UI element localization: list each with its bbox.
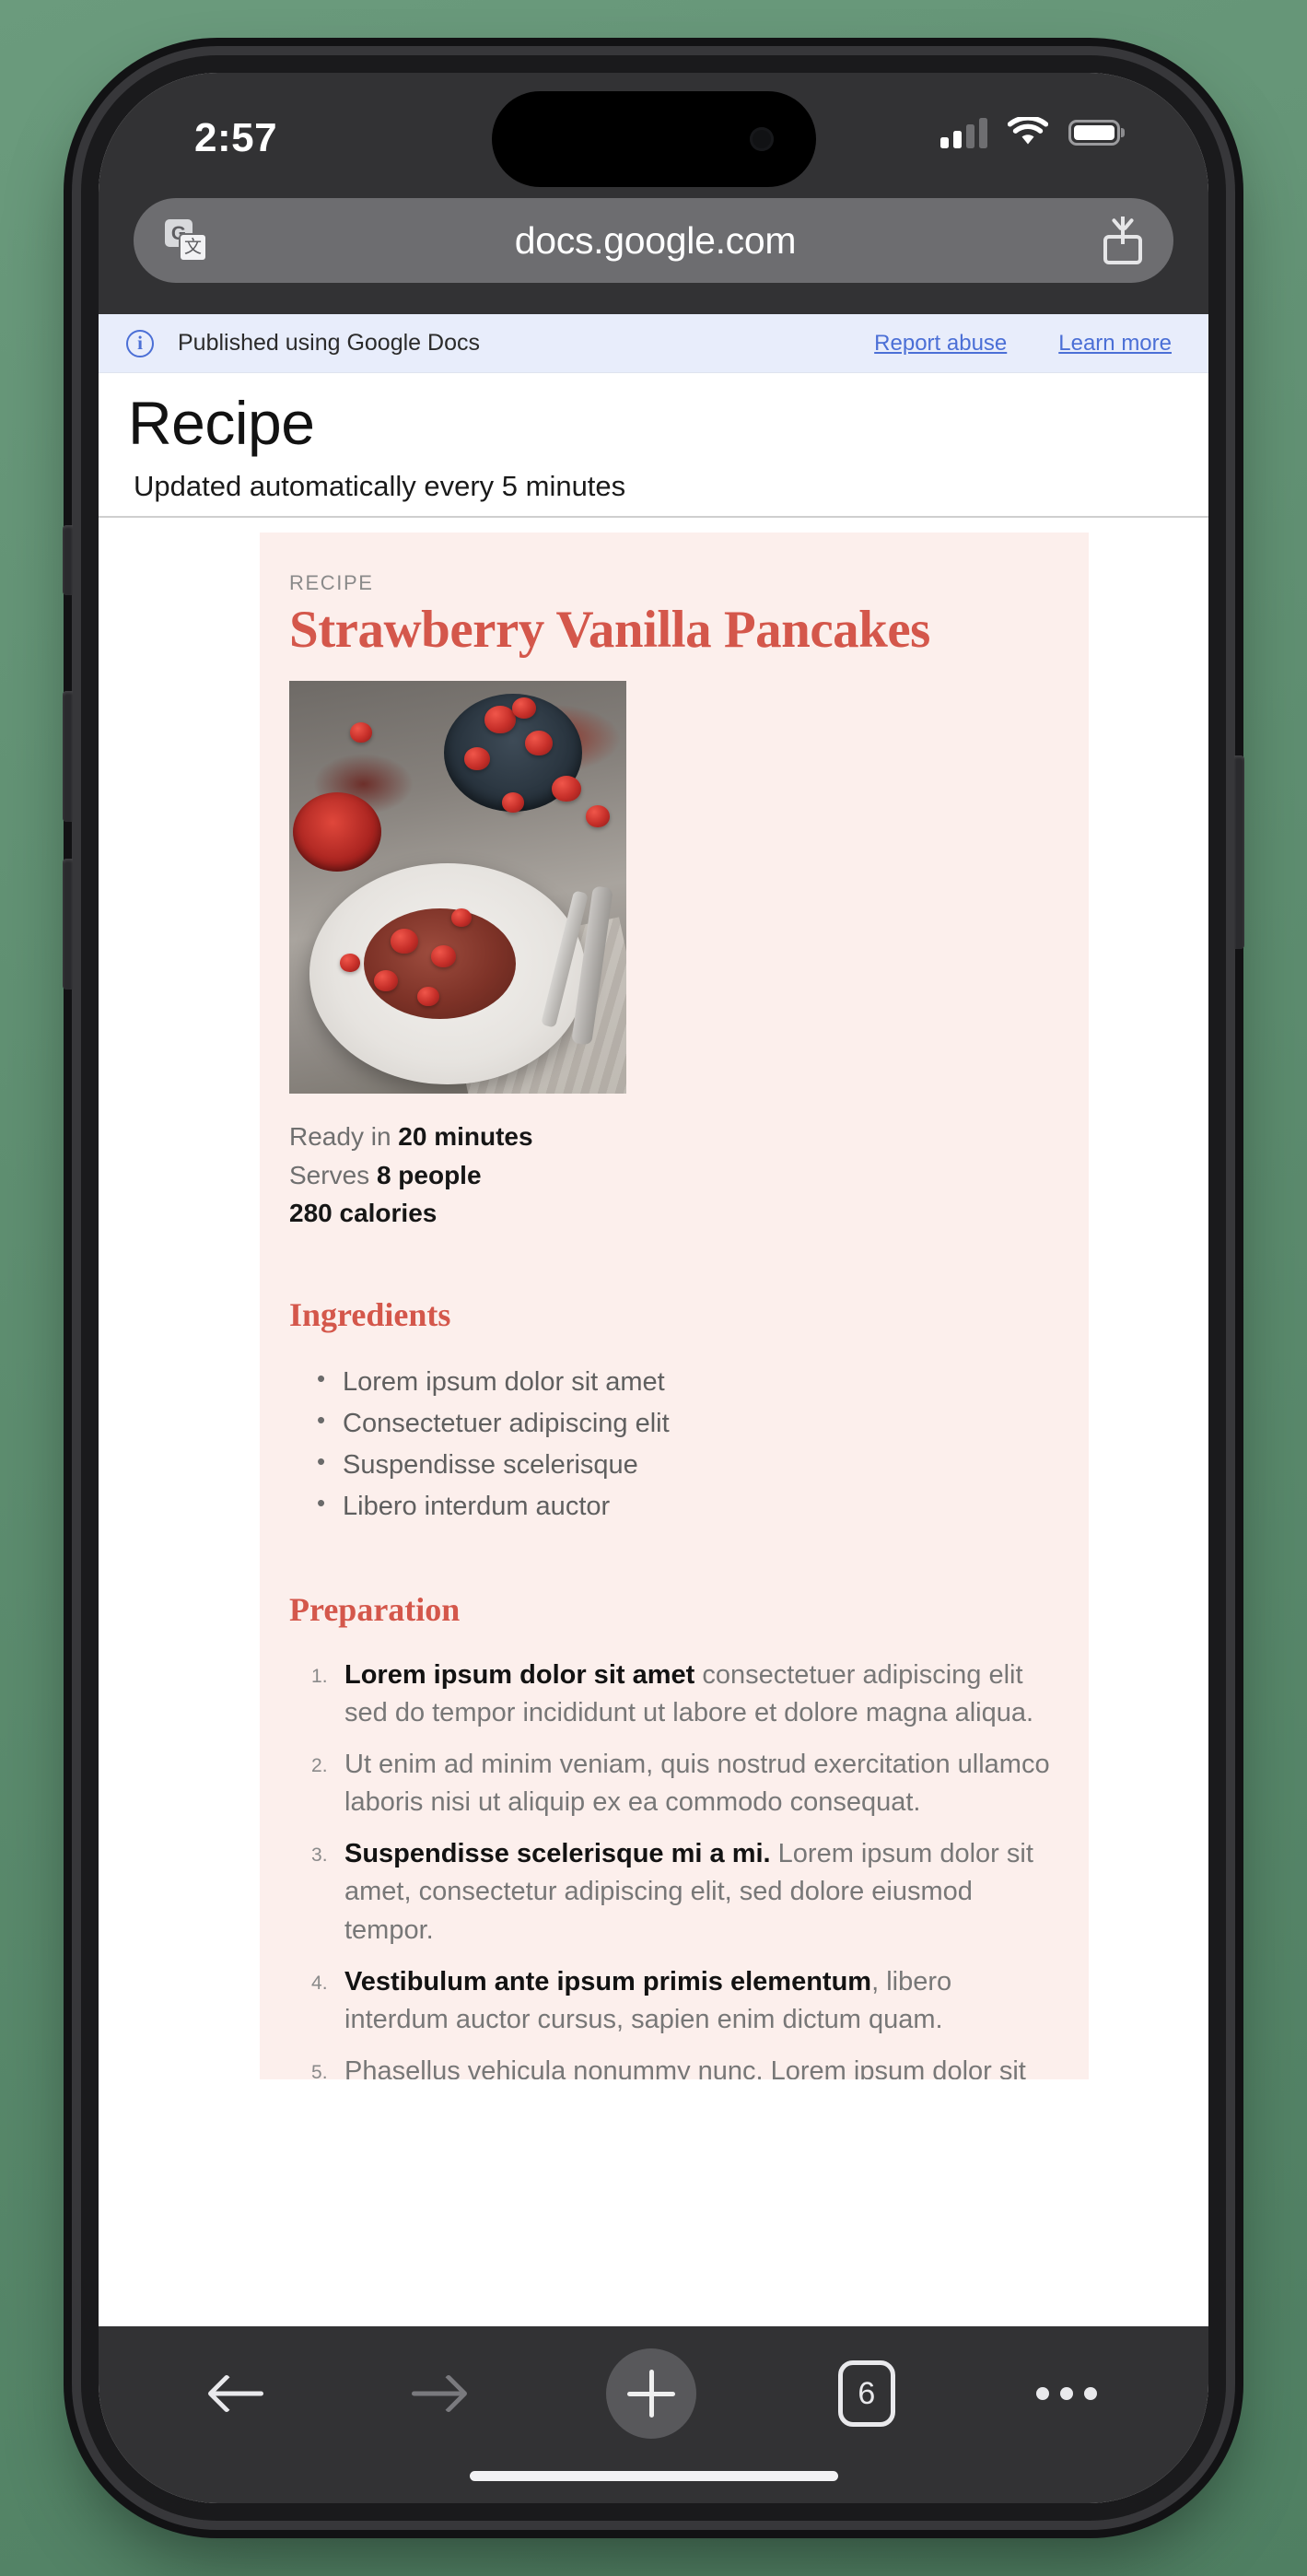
forward-button[interactable] — [408, 2368, 469, 2419]
list-item: Vestibulum ante ipsum primis elementum, … — [311, 1963, 1052, 2039]
dynamic-island — [491, 91, 816, 187]
google-docs-published-banner: i Published using Google Docs Report abu… — [99, 314, 1208, 373]
translate-icon-front: 文 — [179, 233, 207, 262]
banner-message: Published using Google Docs — [178, 330, 480, 356]
recipe-serves: Serves 8 people — [289, 1156, 1052, 1194]
back-arrow-icon — [206, 2368, 267, 2419]
more-options-button[interactable] — [1036, 2387, 1098, 2400]
url-bar[interactable]: G 文 docs.google.com — [134, 198, 1173, 283]
document-update-notice: Updated automatically every 5 minutes — [134, 469, 626, 502]
forward-arrow-icon — [408, 2368, 469, 2419]
front-camera-icon — [749, 127, 774, 151]
translate-icon[interactable]: G 文 — [165, 219, 207, 262]
ingredients-heading: Ingredients — [289, 1295, 451, 1333]
ingredients-list: Lorem ipsum dolor sit amet Consectetuer … — [289, 1360, 1052, 1528]
status-bar: 2:57 — [99, 73, 1208, 198]
strawberry-pancakes-photo — [289, 681, 626, 1095]
url-text[interactable]: docs.google.com — [207, 219, 1103, 263]
step-bold: Lorem ipsum dolor sit amet — [344, 1659, 695, 1690]
list-item: Ut enim ad minim veniam, quis nostrud ex… — [311, 1746, 1052, 1821]
step-text: Ut enim ad minim veniam, quis nostrud ex… — [344, 1749, 1050, 1818]
step-bold: Vestibulum ante ipsum primis elementum — [344, 1966, 872, 1996]
tabs-button[interactable]: 6 — [837, 2360, 895, 2427]
list-item: Consectetuer adipiscing elit — [317, 1401, 1052, 1445]
list-item: Libero interdum auctor — [317, 1484, 1052, 1528]
volume-down-button[interactable] — [63, 859, 73, 989]
step-bold: Suspendisse scelerisque mi a mi. — [344, 1839, 771, 1869]
page-title: Recipe — [128, 389, 315, 457]
serves-label: Serves — [289, 1160, 377, 1189]
ready-label: Ready in — [289, 1122, 399, 1152]
volume-up-button[interactable] — [63, 691, 73, 822]
recipe-ready-time: Ready in 20 minutes — [289, 1118, 1052, 1155]
list-item: Suspendisse scelerisque — [317, 1443, 1052, 1486]
list-item: Phasellus vehicula nonummy nunc. Lorem i… — [311, 2053, 1052, 2079]
battery-icon — [1068, 120, 1120, 146]
silent-switch[interactable] — [63, 525, 73, 595]
document-header: Recipe Updated automatically every 5 min… — [99, 373, 1208, 518]
info-icon: i — [126, 329, 154, 357]
status-bar-indicators — [940, 117, 1120, 148]
wifi-icon — [1008, 117, 1048, 145]
more-options-icon — [1036, 2387, 1098, 2400]
plus-icon — [606, 2348, 697, 2439]
preparation-list: Lorem ipsum dolor sit amet consectetuer … — [289, 1657, 1052, 2080]
list-item: Suspendisse scelerisque mi a mi. Lorem i… — [311, 1835, 1052, 1950]
back-button[interactable] — [206, 2368, 267, 2419]
power-button[interactable] — [1234, 755, 1244, 949]
report-abuse-link[interactable]: Report abuse — [874, 331, 1007, 357]
web-page-content: i Published using Google Docs Report abu… — [99, 314, 1208, 2079]
browser-url-bar-container: G 文 docs.google.com — [99, 198, 1208, 314]
list-item: Lorem ipsum dolor sit amet consectetuer … — [311, 1657, 1052, 1732]
step-text: Phasellus vehicula nonummy nunc. Lorem i… — [344, 2056, 1026, 2079]
recipe-kicker: RECIPE — [289, 570, 374, 594]
status-bar-clock: 2:57 — [194, 115, 278, 160]
preparation-heading: Preparation — [289, 1590, 461, 1628]
document-body[interactable]: RECIPE Strawberry Vanilla Pancakes Ready… — [99, 517, 1208, 2080]
share-icon[interactable] — [1103, 217, 1142, 264]
recipe-title: Strawberry Vanilla Pancakes — [289, 600, 930, 659]
list-item: Lorem ipsum dolor sit amet — [317, 1360, 1052, 1403]
recipe-calories: 280 calories — [289, 1194, 1052, 1232]
ready-value: 20 minutes — [398, 1122, 533, 1152]
phone-device: 2:57 G 文 docs.google.com i Published usi… — [63, 55, 1244, 2521]
serves-value: 8 people — [376, 1160, 482, 1189]
cellular-signal-icon — [940, 117, 987, 148]
home-indicator[interactable] — [469, 2471, 838, 2481]
learn-more-link[interactable]: Learn more — [1058, 331, 1172, 357]
phone-screen: 2:57 G 文 docs.google.com i Published usi… — [99, 73, 1208, 2503]
new-tab-button[interactable] — [606, 2348, 697, 2439]
recipe-card: RECIPE Strawberry Vanilla Pancakes Ready… — [260, 532, 1089, 2080]
tab-count-badge: 6 — [837, 2360, 895, 2427]
calories-value: 280 calories — [289, 1199, 438, 1228]
